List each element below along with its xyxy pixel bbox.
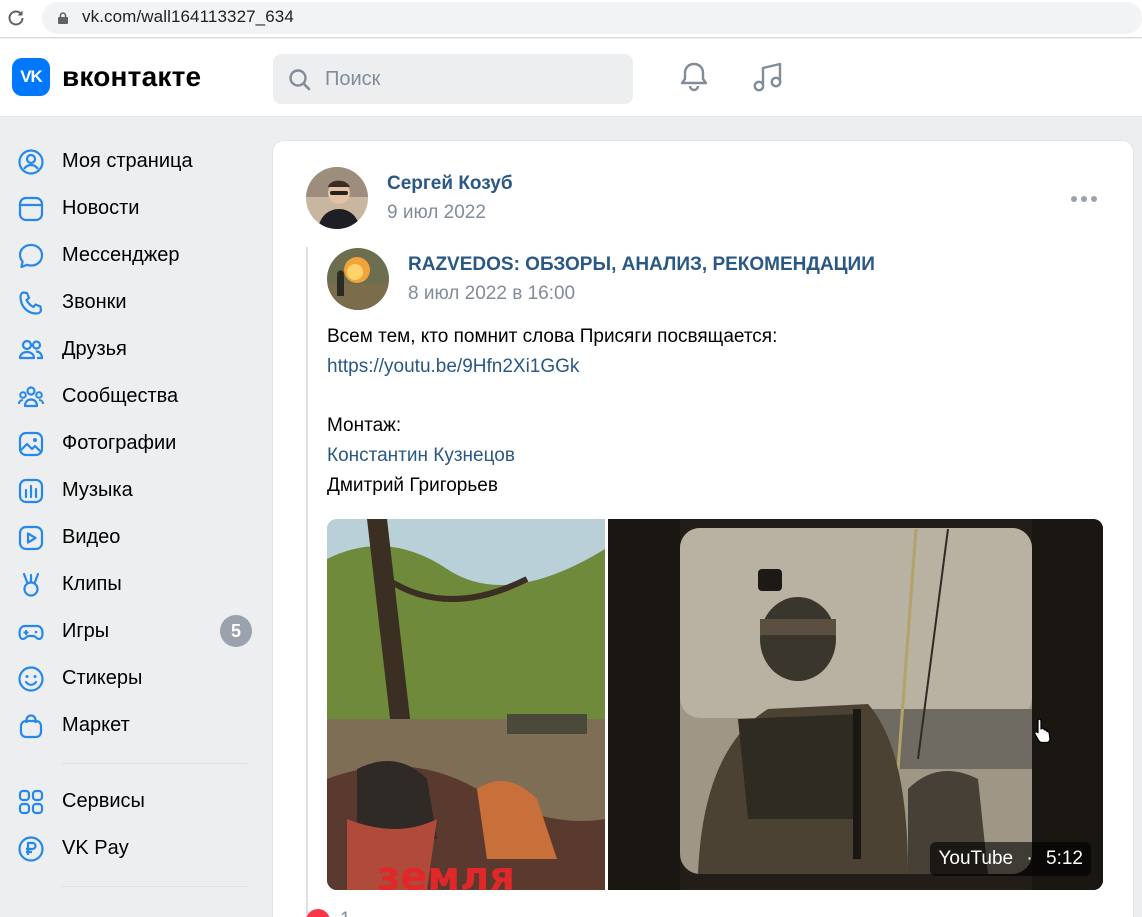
sidebar-item-label: Мессенджер xyxy=(62,244,180,266)
games-icon xyxy=(18,624,44,641)
sidebar-item-label: Звонки xyxy=(62,291,127,313)
profile-icon xyxy=(18,149,44,175)
sidebar-item-photos[interactable]: Фотографии xyxy=(0,420,262,467)
sidebar-item-label: Стикеры xyxy=(62,667,143,689)
sidebar-item-games[interactable]: Игры 5 xyxy=(0,608,262,655)
sidebar-item-my-page[interactable]: Моя страница xyxy=(0,138,262,185)
community-name[interactable]: RAZVEDOS: ОБЗОРЫ, АНАЛИЗ, РЕКОМЕНДАЦИИ xyxy=(408,254,875,276)
sidebar-divider xyxy=(62,763,247,764)
attached-photo[interactable]: земля xyxy=(327,519,605,890)
heart-icon xyxy=(306,909,330,917)
video-duration-badge: YouTube · 5:12 xyxy=(930,842,1091,876)
lock-icon xyxy=(58,11,68,24)
phone-icon xyxy=(19,291,43,315)
youtube-link[interactable]: https://youtu.be/9Hfn2Xi1GGk xyxy=(327,356,579,378)
sidebar-item-label: Друзья xyxy=(62,338,127,360)
montage-label: Монтаж: xyxy=(327,415,402,436)
sidebar-item-label: Видео xyxy=(62,526,121,548)
browser-toolbar: vk.com/wall164113327_634 xyxy=(0,0,1142,38)
friends-icon xyxy=(18,339,44,360)
news-icon xyxy=(18,196,44,222)
sidebar-item-stickers[interactable]: Стикеры xyxy=(0,655,262,702)
wall-post: Сергей Козуб 9 июл 2022 RAZVEDOS: ОБЗОРЫ… xyxy=(272,140,1134,917)
sidebar-item-vk-pay[interactable]: VK Pay xyxy=(0,825,262,872)
music-note-icon[interactable] xyxy=(750,59,786,95)
vkpay-icon xyxy=(18,836,44,862)
author-avatar[interactable] xyxy=(306,167,368,229)
sidebar-item-label: Маркет xyxy=(62,714,130,736)
sidebar-item-label: Игры xyxy=(62,620,110,642)
video-attachment[interactable]: YouTube · 5:12 xyxy=(608,519,1103,890)
video-duration: 5:12 xyxy=(1046,848,1083,869)
reload-icon[interactable] xyxy=(6,8,26,28)
svg-text:земля: земля xyxy=(377,854,515,890)
message-icon xyxy=(18,243,44,269)
sidebar-item-label: Сервисы xyxy=(62,790,145,812)
sidebar-item-label: Моя страница xyxy=(62,150,193,172)
smile-icon xyxy=(18,666,44,692)
games-count-badge: 5 xyxy=(220,615,252,647)
sidebar-item-label: Клипы xyxy=(62,573,122,595)
sidebar-item-label: Фотографии xyxy=(62,432,177,454)
like-count: 1 xyxy=(340,909,351,917)
community-avatar[interactable] xyxy=(327,248,389,310)
sidebar-item-messenger[interactable]: Мессенджер xyxy=(0,232,262,279)
video-icon xyxy=(18,525,44,551)
repost-date[interactable]: 8 июл 2022 в 16:00 xyxy=(408,283,575,305)
search-box[interactable] xyxy=(273,54,633,104)
sidebar-item-music[interactable]: Музыка xyxy=(0,467,262,514)
services-icon xyxy=(18,789,44,815)
sidebar-item-services[interactable]: Сервисы xyxy=(0,778,262,825)
communities-icon xyxy=(18,386,44,408)
sidebar-item-label: Новости xyxy=(62,197,140,219)
vk-logo-icon[interactable]: VK xyxy=(12,58,50,96)
sidebar-item-label: VK Pay xyxy=(62,837,129,859)
sidebar-item-market[interactable]: Маркет xyxy=(0,702,262,749)
sidebar-item-label: Сообщества xyxy=(62,385,179,407)
post-text-line: Всем тем, кто помнит слова Присяги посвя… xyxy=(327,326,778,347)
music-icon xyxy=(18,478,44,504)
video-source-label: YouTube xyxy=(938,848,1014,869)
market-icon xyxy=(19,714,43,739)
sidebar-item-calls[interactable]: Звонки xyxy=(0,279,262,326)
search-icon xyxy=(289,69,311,91)
search-input[interactable] xyxy=(325,54,625,104)
bell-icon[interactable] xyxy=(676,59,712,95)
more-options-icon[interactable] xyxy=(1070,193,1098,205)
clips-icon xyxy=(22,572,40,597)
sidebar-item-clips[interactable]: Клипы xyxy=(0,561,262,608)
vk-logo-text[interactable]: вконтакте xyxy=(62,61,201,93)
badge-separator: · xyxy=(1026,848,1033,869)
sidebar-item-video[interactable]: Видео xyxy=(0,514,262,561)
photo-icon xyxy=(18,431,44,457)
sidebar-item-communities[interactable]: Сообщества xyxy=(0,373,262,420)
credit-text: Дмитрий Григорьев xyxy=(327,475,498,496)
sidebar-item-label: Музыка xyxy=(62,479,133,501)
sidebar-divider xyxy=(62,886,247,887)
hand-cursor-icon xyxy=(1034,718,1051,743)
sidebar-item-news[interactable]: Новости xyxy=(0,185,262,232)
url-text[interactable]: vk.com/wall164113327_634 xyxy=(82,7,294,27)
site-header: VK вконтакте xyxy=(0,39,1142,117)
left-sidebar: Моя страница Новости Мессенджер Звонки Д… xyxy=(0,138,262,901)
author-name[interactable]: Сергей Козуб xyxy=(387,173,513,195)
credit-link[interactable]: Константин Кузнецов xyxy=(327,445,515,467)
post-date[interactable]: 9 июл 2022 xyxy=(387,202,486,224)
repost-indent-line xyxy=(306,247,308,917)
sidebar-item-friends[interactable]: Друзья xyxy=(0,326,262,373)
